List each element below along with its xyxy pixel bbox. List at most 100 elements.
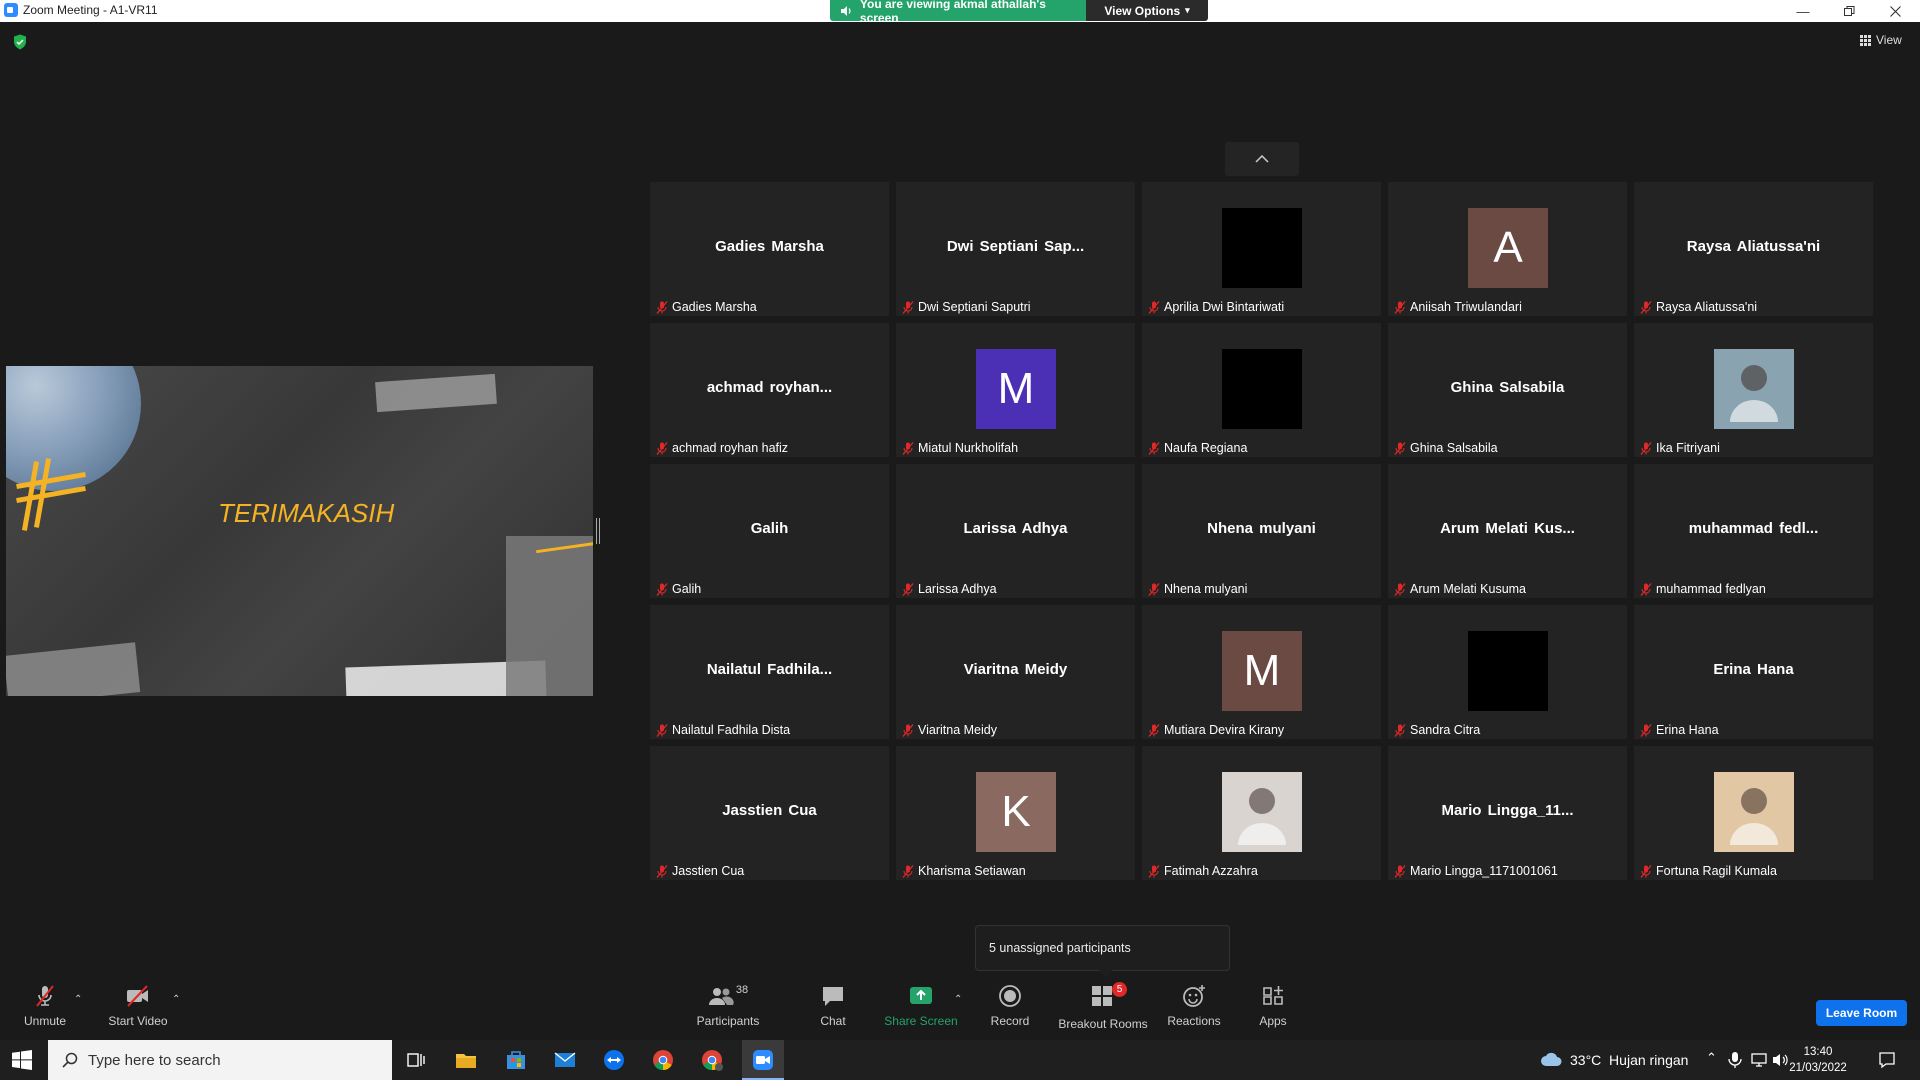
- participant-tile[interactable]: Aprilia Dwi Bintariwati: [1142, 182, 1381, 316]
- participant-name-label: Dwi Septiani Saputri: [902, 300, 1031, 314]
- mail-icon[interactable]: [553, 1048, 577, 1072]
- slide-title: TERIMAKASIH: [218, 498, 395, 528]
- leave-room-button[interactable]: Leave Room: [1816, 1000, 1907, 1026]
- speaker-icon: [840, 5, 851, 16]
- participant-tile[interactable]: Ghina Salsabila Ghina Salsabila: [1388, 323, 1627, 457]
- breakout-rooms-badge: 5: [1112, 982, 1127, 997]
- bridge-photo: [506, 536, 593, 696]
- zoom-taskbar-button[interactable]: [742, 1040, 784, 1080]
- breakout-rooms-button[interactable]: 5 Breakout Rooms: [1058, 982, 1148, 1036]
- participant-tile[interactable]: Arum Melati Kus... Arum Melati Kusuma: [1388, 464, 1627, 598]
- breakout-rooms-label: Breakout Rooms: [1058, 1017, 1148, 1031]
- record-button[interactable]: Record: [990, 984, 1030, 1036]
- avatar: M: [976, 349, 1056, 429]
- security-shield-icon[interactable]: [13, 34, 27, 50]
- participant-display-name: Mario Lingga_11...: [1441, 802, 1574, 819]
- participant-tile[interactable]: Fortuna Ragil Kumala: [1634, 746, 1873, 880]
- shared-screen[interactable]: TERIMAKASIH: [6, 366, 593, 696]
- microphone-muted-icon: [1148, 723, 1160, 737]
- volume-icon[interactable]: [1772, 1052, 1788, 1068]
- weather-text[interactable]: 33°C Hujan ringan: [1570, 1052, 1688, 1068]
- microphone-muted-icon: [1640, 300, 1652, 314]
- apps-button[interactable]: Apps: [1256, 984, 1290, 1036]
- avatar-letter: A: [1493, 223, 1523, 272]
- participant-tile[interactable]: Jasstien Cua Jasstien Cua: [650, 746, 889, 880]
- windows-start-icon[interactable]: [12, 1050, 32, 1070]
- chrome-icon[interactable]: [651, 1048, 675, 1072]
- participant-name-label: Nailatul Fadhila Dista: [656, 723, 790, 737]
- file-explorer-icon[interactable]: [454, 1048, 478, 1072]
- chrome-profile-icon[interactable]: [700, 1048, 724, 1072]
- participant-name-label: Sandra Citra: [1394, 723, 1480, 737]
- participant-tile[interactable]: K Kharisma Setiawan: [896, 746, 1135, 880]
- participant-tile[interactable]: Erina Hana Erina Hana: [1634, 605, 1873, 739]
- resize-handle[interactable]: [596, 518, 600, 544]
- participant-name-label: Arum Melati Kusuma: [1394, 582, 1526, 596]
- participant-name-label: Viaritna Meidy: [902, 723, 997, 737]
- view-options-button[interactable]: View Options ▾: [1086, 0, 1208, 21]
- video-off-placeholder: [1468, 631, 1548, 711]
- chat-button[interactable]: Chat: [815, 984, 851, 1036]
- participant-display-name: Larissa Adhya: [963, 520, 1068, 537]
- weather-cloud-icon: [1541, 1052, 1562, 1066]
- participant-tile[interactable]: Viaritna Meidy Viaritna Meidy: [896, 605, 1135, 739]
- participant-tile[interactable]: Ika Fitriyani: [1634, 323, 1873, 457]
- restore-button[interactable]: [1826, 0, 1872, 22]
- microphone-icon[interactable]: [1728, 1051, 1742, 1069]
- start-video-button[interactable]: Start Video: [106, 984, 170, 1036]
- participant-name: Miatul Nurkholifah: [918, 441, 1019, 455]
- participant-tile[interactable]: Gadies Marsha Gadies Marsha: [650, 182, 889, 316]
- notification-icon[interactable]: [1878, 1051, 1896, 1069]
- participant-tile[interactable]: M Miatul Nurkholifah: [896, 323, 1135, 457]
- task-view-icon[interactable]: [404, 1048, 428, 1072]
- participant-name: Nhena mulyani: [1164, 582, 1248, 596]
- microphone-muted-icon: [1394, 582, 1406, 596]
- participant-tile[interactable]: Fatimah Azzahra: [1142, 746, 1381, 880]
- microphone-muted-icon: [656, 300, 668, 314]
- video-options-caret[interactable]: ⌃: [172, 994, 180, 1005]
- participant-name-label: Ghina Salsabila: [1394, 441, 1498, 455]
- zoom-logo-icon: [4, 3, 18, 17]
- participant-tile[interactable]: Dwi Septiani Sap... Dwi Septiani Saputri: [896, 182, 1135, 316]
- participant-tile[interactable]: Nhena mulyani Nhena mulyani: [1142, 464, 1381, 598]
- teamviewer-icon[interactable]: [602, 1048, 626, 1072]
- share-options-caret[interactable]: ⌃: [954, 994, 962, 1005]
- minimize-button[interactable]: —: [1780, 0, 1826, 22]
- grid-icon: [1860, 34, 1871, 46]
- participant-tile[interactable]: Galih Galih: [650, 464, 889, 598]
- network-icon[interactable]: [1750, 1052, 1768, 1068]
- share-screen-button[interactable]: Share Screen: [884, 984, 958, 1036]
- microphone-muted-icon: [1148, 300, 1160, 314]
- reactions-button[interactable]: Reactions: [1166, 984, 1222, 1036]
- participant-tile[interactable]: M Mutiara Devira Kirany: [1142, 605, 1381, 739]
- participant-name: Nailatul Fadhila Dista: [672, 723, 791, 737]
- participants-button[interactable]: 38 Participants: [690, 984, 766, 1036]
- microphone-muted-icon: [1394, 441, 1406, 455]
- microsoft-store-icon[interactable]: [504, 1048, 528, 1072]
- chevron-up-icon[interactable]: ⌃: [1706, 1050, 1717, 1066]
- unmute-button[interactable]: Unmute: [20, 984, 70, 1036]
- close-button[interactable]: [1872, 0, 1918, 22]
- taskbar-search-box[interactable]: Type here to search: [48, 1040, 392, 1080]
- participant-tile[interactable]: Naufa Regiana: [1142, 323, 1381, 457]
- participant-tile[interactable]: Sandra Citra: [1388, 605, 1627, 739]
- participant-tile[interactable]: Nailatul Fadhila... Nailatul Fadhila Dist…: [650, 605, 889, 739]
- participant-tile[interactable]: muhammad fedl... muhammad fedlyan: [1634, 464, 1873, 598]
- participant-tile[interactable]: Raysa Aliatussa'ni Raysa Aliatussa'ni: [1634, 182, 1873, 316]
- participant-name: Viaritna Meidy: [918, 723, 997, 737]
- view-layout-button[interactable]: View: [1860, 33, 1902, 47]
- participant-tile[interactable]: Mario Lingga_11... Mario Lingga_117100106…: [1388, 746, 1627, 880]
- participant-tile[interactable]: A Aniisah Triwulandari: [1388, 182, 1627, 316]
- participant-name: Gadies Marsha: [672, 300, 757, 314]
- audio-options-caret[interactable]: ⌃: [74, 994, 82, 1005]
- participant-name-label: Aniisah Triwulandari: [1394, 300, 1522, 314]
- person-silhouette-icon: [1238, 788, 1286, 845]
- participant-name-label: Nhena mulyani: [1148, 582, 1247, 596]
- gallery-scroll-up-button[interactable]: [1225, 142, 1299, 176]
- close-icon: [1889, 5, 1901, 17]
- taskbar-clock[interactable]: 13:40 21/03/2022: [1788, 1044, 1848, 1076]
- participant-tile[interactable]: Larissa Adhya Larissa Adhya: [896, 464, 1135, 598]
- profile-photo: [1714, 772, 1794, 852]
- participant-tile[interactable]: achmad royhan... achmad royhan hafiz: [650, 323, 889, 457]
- unassigned-text: 5 unassigned participants: [989, 941, 1131, 955]
